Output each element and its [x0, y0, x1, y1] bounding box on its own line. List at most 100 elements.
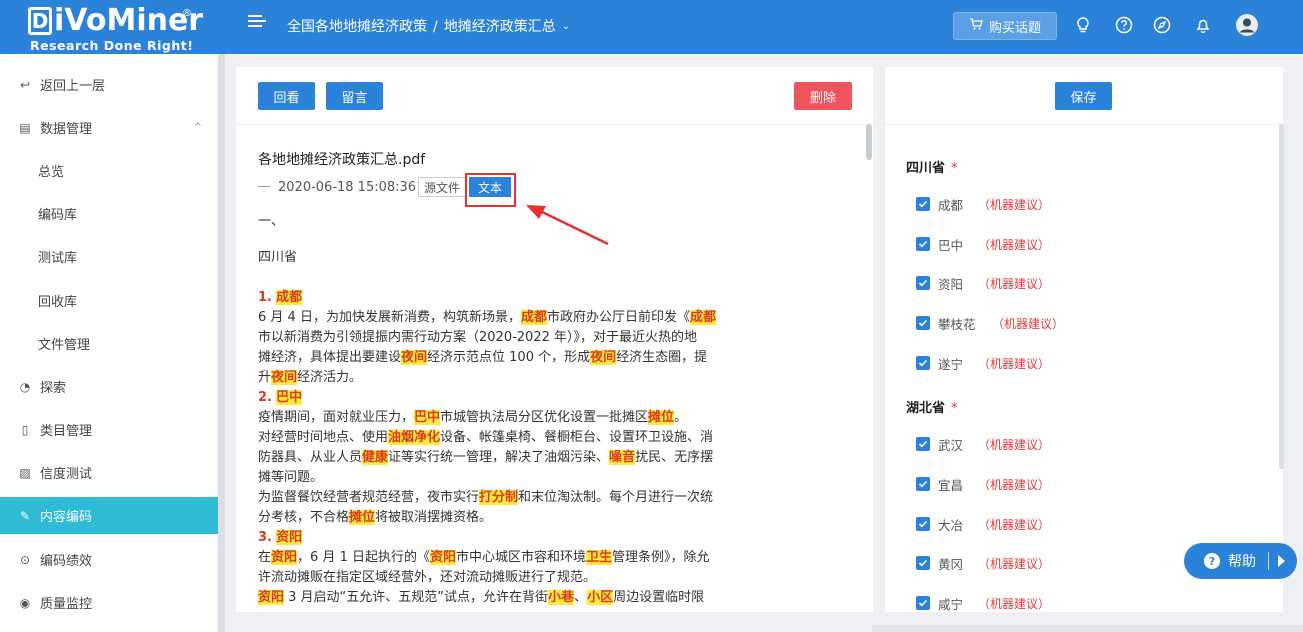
doc-line: 市以新消费为引领提振内需行动方案（2020-2022 年）》，对于最近火热的地 — [258, 330, 697, 345]
breadcrumb-project[interactable]: 全国各地地摊经济政策 — [287, 19, 427, 35]
sidebar-item-label: 信度测试 — [40, 467, 93, 482]
doc-line: 6 月 4 日，为加快发展新消费，构筑新场景，成都市政府办公厅日前印发《成都 — [258, 310, 716, 325]
logo-tagline: Research Done Right! — [30, 38, 194, 53]
document-datetime: 2020-06-18 15:08:36 — [278, 180, 417, 195]
sidebar-item-label: 文件管理 — [38, 338, 91, 353]
doc-line: 一、 — [258, 214, 285, 229]
checkbox-row[interactable]: 巴中 （机器建议） — [916, 234, 1050, 254]
sidebar-item-explore[interactable]: ◔ 探索 — [0, 368, 218, 405]
annotation-highlight-box — [465, 173, 516, 207]
machine-suggestion-tag: （机器建议） — [978, 197, 1051, 212]
checkbox-label: 大冶 — [938, 517, 964, 533]
machine-suggestion-tag: （机器建议） — [978, 556, 1051, 571]
sidebar-item-label: 数据管理 — [40, 122, 93, 137]
source-file-tab[interactable]: 源文件 — [418, 177, 466, 197]
checkbox-checked-icon[interactable] — [916, 556, 930, 570]
review-button[interactable]: 回看 — [258, 82, 315, 110]
sidebar-item-label: 内容编码 — [40, 510, 93, 525]
machine-suggestion-tag: （机器建议） — [978, 356, 1051, 371]
sidebar-item-data-management[interactable]: ▤ 数据管理 ^ — [0, 109, 218, 146]
sidebar-item-back[interactable]: ↩ 返回上一层 — [0, 66, 218, 103]
sidebar-scrollbar[interactable] — [218, 54, 225, 632]
coding-scrollbar[interactable] — [1279, 124, 1284, 469]
doc-line: 摊经济，具体提出要建设夜间经济示范点位 100 个，形成夜间经济生态圈，提 — [258, 350, 708, 365]
required-mark: * — [951, 401, 958, 416]
buy-topic-button[interactable]: 购买话题 — [953, 12, 1057, 40]
document-toolbar: 回看 留言 删除 — [236, 67, 873, 125]
sidebar-item-label: 编码库 — [38, 208, 78, 223]
bell-icon[interactable] — [1193, 15, 1213, 35]
checkbox-row[interactable]: 大冶 （机器建议） — [916, 514, 1050, 534]
save-button[interactable]: 保存 — [1055, 82, 1112, 110]
sidebar-item-coding-library[interactable]: 编码库 — [0, 195, 218, 232]
checkbox-label: 宜昌 — [938, 477, 964, 493]
checkbox-checked-icon[interactable] — [916, 197, 930, 211]
sidebar-item-reliability-test[interactable]: ▨ 信度测试 — [0, 454, 218, 491]
doc-line: 许流动摊贩在指定区域经营外，还对流动摊贩进行了规范。 — [258, 570, 597, 585]
lightbulb-icon[interactable] — [1073, 15, 1093, 35]
machine-suggestion-tag: （机器建议） — [978, 596, 1051, 611]
checkbox-row[interactable]: 资阳 （机器建议） — [916, 273, 1050, 293]
checkbox-checked-icon[interactable] — [916, 316, 930, 330]
checkbox-checked-icon[interactable] — [916, 237, 930, 251]
checkbox-row[interactable]: 遂宁 （机器建议） — [916, 353, 1050, 373]
checkbox-row[interactable]: 成都 （机器建议） — [916, 194, 1050, 214]
app-logo[interactable]: DiVoMiner ® Research Done Right! — [28, 3, 218, 53]
sidebar-item-test-library[interactable]: 测试库 — [0, 238, 218, 275]
compass-icon[interactable] — [1152, 15, 1172, 35]
checkbox-row[interactable]: 宜昌 （机器建议） — [916, 474, 1050, 494]
help-button[interactable]: ? 帮助 — [1184, 543, 1297, 579]
checkbox-checked-icon[interactable] — [916, 437, 930, 451]
help-circle-icon[interactable] — [1114, 15, 1134, 35]
sidebar-item-quality-monitor[interactable]: ◉ 质量监控 — [0, 584, 218, 621]
sidebar-item-recycle-library[interactable]: 回收库 — [0, 282, 218, 319]
chevron-down-icon[interactable]: ⌄ — [562, 21, 570, 32]
sidebar-item-label: 总览 — [38, 165, 65, 180]
doc-line: 为监督餐饮经营者规范经营，夜市实行打分制和末位淘汰制。每个月进行一次统 — [258, 490, 714, 505]
menu-toggle-icon[interactable] — [248, 15, 266, 31]
help-label: 帮助 — [1228, 554, 1256, 570]
doc-line: 对经营时间地点、使用油烟净化设备、帐篷桌椅、餐橱柜台、设置环卫设施、消 — [258, 430, 714, 445]
comment-button[interactable]: 留言 — [326, 82, 383, 110]
pencil-icon: ✎ — [19, 508, 31, 523]
checkbox-row[interactable]: 黄冈 （机器建议） — [916, 553, 1050, 573]
document-title: 各地地摊经济政策汇总.pdf — [258, 152, 426, 168]
checkbox-label: 巴中 — [938, 237, 964, 253]
cart-icon — [969, 18, 983, 34]
sidebar: ↩ 返回上一层 ▤ 数据管理 ^ 总览 编码库 测试库 回收库 文件管理 ◔ 探索 ▯ 类… — [0, 54, 218, 632]
breadcrumb-topic[interactable]: 地摊经济政策汇总 — [444, 19, 556, 35]
play-arrow-icon[interactable] — [1278, 555, 1285, 567]
top-header: DiVoMiner ® Research Done Right! 全国各地地摊经… — [0, 0, 1303, 54]
sidebar-item-content-coding[interactable]: ✎ 内容编码 — [0, 497, 218, 534]
report-icon: ▨ — [19, 465, 31, 480]
checkbox-checked-icon[interactable] — [916, 596, 930, 610]
group-title-hubei: 湖北省 * — [906, 401, 958, 416]
checkbox-row[interactable]: 咸宁 （机器建议） — [916, 593, 1050, 613]
doc-line: 疫情期间，面对就业压力，巴中市城管执法局分区优化设置一批摊区摊位。 — [258, 410, 688, 425]
checkbox-checked-icon[interactable] — [916, 356, 930, 370]
delete-button[interactable]: 删除 — [794, 82, 852, 110]
document-text: 一、 四川省 1. 成都 6 月 4 日，为加快发展新消费，构筑新场景，成都市政… — [258, 212, 738, 608]
logo-text: iVoMiner — [54, 3, 204, 38]
sidebar-item-category-management[interactable]: ▯ 类目管理 — [0, 411, 218, 448]
document-scrollbar[interactable] — [866, 124, 872, 160]
checkbox-row[interactable]: 武汉 （机器建议） — [916, 434, 1050, 454]
checkbox-row[interactable]: 攀枝花 （机器建议） — [916, 313, 1064, 333]
sidebar-item-coding-performance[interactable]: ⊙ 编码绩效 — [0, 541, 218, 578]
machine-suggestion-tag: （机器建议） — [978, 237, 1051, 252]
sidebar-item-file-management[interactable]: 文件管理 — [0, 325, 218, 362]
doc-line: 分考核，不合格摊位将被取消摆摊资格。 — [258, 510, 493, 525]
checkbox-checked-icon[interactable] — [916, 276, 930, 290]
sidebar-item-label: 探索 — [40, 381, 67, 396]
machine-suggestion-tag: （机器建议） — [978, 517, 1051, 532]
sidebar-item-overview[interactable]: 总览 — [0, 152, 218, 189]
sidebar-item-label: 质量监控 — [40, 597, 93, 612]
breadcrumb[interactable]: 全国各地地摊经济政策 / 地摊经济政策汇总 ⌄ — [287, 16, 570, 36]
checkbox-checked-icon[interactable] — [916, 477, 930, 491]
user-avatar-icon[interactable] — [1235, 13, 1259, 37]
checkbox-checked-icon[interactable] — [916, 517, 930, 531]
buy-topic-label: 购买话题 — [988, 20, 1041, 36]
logo-letter: D — [28, 7, 52, 35]
chevron-up-icon[interactable]: ^ — [194, 122, 202, 133]
horizontal-scrollbar[interactable] — [872, 625, 1303, 632]
